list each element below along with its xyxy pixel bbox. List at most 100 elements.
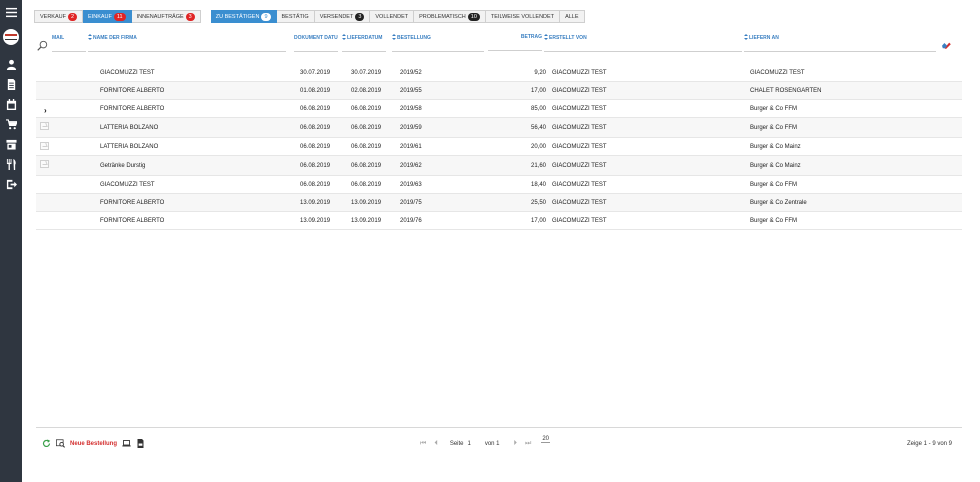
user-icon[interactable]	[0, 57, 22, 71]
sidebar	[0, 0, 22, 482]
cell-doc-date: 06.08.2019	[300, 105, 331, 112]
cell-deliver-to: Burger & Co Mainz	[750, 143, 801, 150]
mail-icon[interactable]	[40, 142, 49, 150]
tab-badge: 11	[113, 12, 126, 21]
prev-page-icon[interactable]: ⏴	[434, 440, 438, 448]
document-icon[interactable]	[0, 77, 22, 91]
cell-order: 2019/62	[400, 162, 422, 169]
page-size-select[interactable]: 20	[541, 436, 551, 443]
cell-deliver-to: Burger & Co FFM	[750, 181, 798, 188]
column-header-doc-date[interactable]: DOKUMENT DATU	[294, 34, 338, 52]
tab-bestaetig[interactable]: Bestätig	[276, 10, 315, 23]
cell-order: 2019/61	[400, 143, 422, 150]
tab-teilweise-vollendet[interactable]: Teilweise vollendet	[485, 10, 561, 23]
tab-einkauf[interactable]: Einkauf 11	[83, 10, 132, 23]
table-row[interactable]: Getränke Durstig 06.08.2019 06.08.2019 2019…	[36, 156, 962, 176]
menu-icon[interactable]	[0, 5, 22, 19]
cell-created-by: GIACOMUZZI TEST	[552, 87, 607, 94]
cell-amount: 56,40	[530, 124, 546, 131]
column-header-order[interactable]: BESTELLUNG	[392, 34, 484, 52]
last-page-icon[interactable]: ⏭	[525, 440, 531, 448]
table-row[interactable]: LATTERIA BOLZANO 06.08.2019 06.08.2019 2019…	[36, 118, 962, 138]
cell-deliver-to: CHALET ROSENGARTEN	[750, 87, 822, 94]
mail-icon[interactable]	[40, 160, 49, 168]
cell-delivery-date: 13.09.2019	[351, 199, 382, 206]
table-row[interactable]: › FORNITORE ALBERTO 06.08.2019 06.08.2019 20…	[36, 100, 962, 118]
cell-delivery-date: 06.08.2019	[351, 143, 382, 150]
tab-alle[interactable]: Alle	[560, 10, 585, 23]
pdf-file-icon[interactable]	[136, 438, 145, 450]
mail-icon[interactable]	[40, 122, 49, 130]
app-logo[interactable]	[3, 29, 19, 45]
tab-versendet[interactable]: Versendet 3	[314, 10, 371, 23]
status-tabs: Verkauf 2 Einkauf 11 Innenaufträge 3 Zu bes…	[34, 10, 585, 23]
tab-verkauf[interactable]: Verkauf 2	[34, 10, 84, 23]
tab-problematisch[interactable]: Problematisch 10	[414, 10, 486, 23]
cell-doc-date: 01.08.2019	[300, 87, 331, 94]
table-row[interactable]: LATTERIA BOLZANO 06.08.2019 06.08.2019 2019…	[36, 138, 962, 156]
page-input[interactable]: 1	[468, 441, 471, 447]
refresh-icon[interactable]	[42, 438, 51, 450]
search-list-icon[interactable]	[56, 438, 66, 450]
column-label: BETRAG	[520, 34, 542, 40]
table-row[interactable]: FORNITORE ALBERTO 13.09.2019 13.09.2019 201…	[36, 212, 962, 230]
cell-doc-date: 06.08.2019	[300, 124, 331, 131]
column-header-created-by[interactable]: ERSTELLT VON	[544, 34, 742, 52]
column-label: DOKUMENT DATU	[294, 35, 338, 41]
cell-doc-date: 13.09.2019	[300, 217, 331, 224]
record-count: Zeige 1 - 9 von 9	[906, 441, 952, 447]
new-order-button[interactable]: Neue Bestellung	[70, 441, 117, 447]
sort-icon	[342, 34, 346, 41]
cart-icon[interactable]	[0, 117, 22, 131]
table-row[interactable]: FORNITORE ALBERTO 13.09.2019 13.09.2019 201…	[36, 194, 962, 212]
tab-innenauftraege[interactable]: Innenaufträge 3	[131, 10, 201, 23]
cell-deliver-to: Burger & Co FFM	[750, 124, 798, 131]
cell-delivery-date: 13.09.2019	[351, 217, 382, 224]
column-label: BESTELLUNG	[397, 35, 431, 41]
cell-order: 2019/75	[400, 199, 422, 206]
tab-label: Problematisch	[419, 13, 466, 20]
column-header-delivery-date[interactable]: LIEFERDATUM	[342, 34, 386, 52]
cell-doc-date: 06.08.2019	[300, 162, 331, 169]
sort-icon	[392, 34, 396, 41]
cell-created-by: GIACOMUZZI TEST	[552, 105, 607, 112]
cell-company: GIACOMUZZI TEST	[100, 69, 155, 76]
cell-created-by: GIACOMUZZI TEST	[552, 69, 607, 76]
column-header-mail[interactable]: MAIL	[52, 34, 86, 52]
tab-label: Verkauf	[40, 13, 66, 20]
orders-table: GIACOMUZZI TEST 30.07.2019 30.07.2019 2019/…	[36, 64, 962, 230]
cutlery-icon[interactable]	[0, 157, 22, 171]
table-row[interactable]: FORNITORE ALBERTO 01.08.2019 02.08.2019 201…	[36, 82, 962, 100]
column-label: MAIL	[52, 35, 65, 41]
calendar-icon[interactable]	[0, 97, 22, 111]
cell-order: 2019/58	[400, 105, 422, 112]
tab-label: Versendet	[319, 13, 354, 20]
cell-deliver-to: Burger & Co FFM	[750, 105, 798, 112]
clear-filter-icon[interactable]	[941, 41, 951, 49]
pagination: ⏮ ⏴ Seite 1 von 1 ⏵ ⏭ 20	[420, 436, 551, 451]
tab-zu-bestaetigen[interactable]: Zu bestätigen 9	[210, 10, 277, 23]
search-icon[interactable]	[37, 40, 48, 51]
cell-created-by: GIACOMUZZI TEST	[552, 143, 607, 150]
logout-icon[interactable]	[0, 177, 22, 191]
column-label: LIEFERDATUM	[347, 35, 383, 41]
tab-vollendet[interactable]: Vollendet	[370, 10, 415, 23]
next-page-icon[interactable]: ⏵	[514, 440, 518, 448]
column-header-amount[interactable]: BETRAG	[488, 33, 542, 51]
cell-amount: 18,40	[530, 181, 546, 188]
column-header-deliver-to[interactable]: LIEFERN AN	[744, 34, 936, 52]
cell-company: FORNITORE ALBERTO	[100, 105, 165, 112]
table-row[interactable]: GIACOMUZZI TEST 30.07.2019 30.07.2019 2019/…	[36, 64, 962, 82]
table-row[interactable]: GIACOMUZZI TEST 06.08.2019 06.08.2019 2019/…	[36, 176, 962, 194]
cell-created-by: GIACOMUZZI TEST	[552, 124, 607, 131]
cell-delivery-date: 06.08.2019	[351, 105, 382, 112]
cell-deliver-to: Burger & Co Zentrale	[750, 199, 807, 206]
column-label: ERSTELLT VON	[549, 35, 587, 41]
laptop-icon[interactable]	[122, 439, 131, 450]
cell-delivery-date: 30.07.2019	[351, 69, 382, 76]
sort-icon	[544, 34, 548, 41]
first-page-icon[interactable]: ⏮	[420, 440, 426, 448]
column-header-company[interactable]: NAME DER FIRMA	[88, 34, 286, 52]
store-icon[interactable]	[0, 137, 22, 151]
cell-company: GIACOMUZZI TEST	[100, 181, 155, 188]
